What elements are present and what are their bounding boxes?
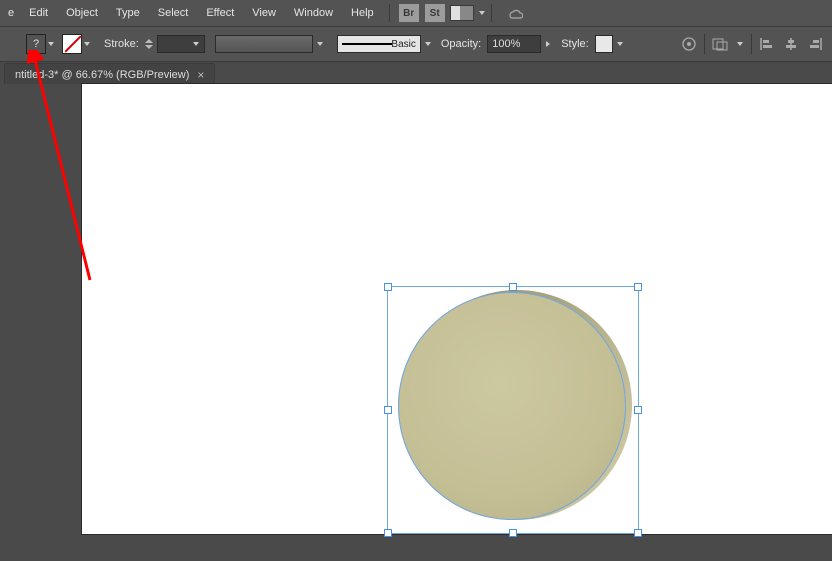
fill-swatch[interactable] (26, 34, 46, 54)
align-right-icon[interactable] (806, 35, 824, 53)
menu-object[interactable]: Object (57, 3, 107, 23)
document-tab-strip: ntitled-3* @ 66.67% (RGB/Preview) × (0, 62, 832, 86)
resize-handle-middle-left[interactable] (384, 406, 392, 414)
menu-file[interactable]: e (4, 3, 20, 23)
brush-dropdown[interactable] (423, 35, 433, 53)
style-label: Style: (561, 38, 589, 50)
chevron-down-icon[interactable] (479, 11, 485, 15)
brush-label: Basic (391, 39, 415, 50)
separator (389, 4, 390, 22)
stroke-weight-field[interactable] (157, 35, 205, 53)
align-dropdown[interactable] (735, 35, 745, 53)
arrange-documents-button[interactable] (450, 5, 474, 21)
align-left-icon[interactable] (758, 35, 776, 53)
resize-handle-top-right[interactable] (634, 283, 642, 291)
graphic-style-swatch[interactable] (595, 35, 613, 53)
opacity-flyout[interactable] (539, 39, 557, 49)
resize-handle-middle-right[interactable] (634, 406, 642, 414)
stroke-dropdown[interactable] (82, 35, 92, 53)
fill-dropdown[interactable] (46, 35, 56, 53)
opacity-label: Opacity: (441, 38, 481, 50)
resize-handle-bottom-left[interactable] (384, 529, 392, 537)
stroke-label: Stroke: (104, 38, 139, 50)
separator (491, 4, 492, 22)
recolor-artwork-icon[interactable] (680, 35, 698, 53)
menu-select[interactable]: Select (149, 3, 198, 23)
resize-handle-bottom-right[interactable] (634, 529, 642, 537)
control-right-group (680, 34, 824, 54)
control-bar: Stroke: Basic Opacity: 100% Style: (0, 27, 832, 62)
tab-title: ntitled-3* @ 66.67% (RGB/Preview) (15, 69, 189, 81)
menu-edit[interactable]: Edit (20, 3, 57, 23)
opacity-value: 100% (492, 38, 520, 50)
menu-help[interactable]: Help (342, 3, 383, 23)
fill-swatch-group (26, 34, 56, 54)
separator (704, 34, 705, 54)
profile-dropdown[interactable] (315, 35, 325, 53)
document-tab[interactable]: ntitled-3* @ 66.67% (RGB/Preview) × (4, 63, 215, 86)
gpu-performance-icon[interactable] (506, 6, 524, 20)
menu-view[interactable]: View (243, 3, 285, 23)
stock-button[interactable]: St (425, 4, 445, 22)
separator (751, 34, 752, 54)
bridge-button[interactable]: Br (399, 4, 419, 22)
resize-handle-top-left[interactable] (384, 283, 392, 291)
chevron-down-icon (191, 35, 201, 53)
stroke-swatch[interactable] (62, 34, 82, 54)
align-to-button[interactable] (711, 35, 729, 53)
menu-effect[interactable]: Effect (197, 3, 243, 23)
align-center-icon[interactable] (782, 35, 800, 53)
stroke-swatch-group (62, 34, 92, 54)
resize-handle-top-middle[interactable] (509, 283, 517, 291)
selection-bounding-box[interactable] (387, 286, 639, 534)
style-dropdown[interactable] (615, 35, 625, 53)
opacity-field[interactable]: 100% (487, 35, 541, 53)
resize-handle-bottom-middle[interactable] (509, 529, 517, 537)
menu-window[interactable]: Window (285, 3, 342, 23)
variable-width-profile[interactable] (215, 35, 313, 53)
menu-type[interactable]: Type (107, 3, 149, 23)
main-menu-bar: e Edit Object Type Select Effect View Wi… (0, 0, 832, 27)
brush-definition[interactable]: Basic (337, 35, 421, 53)
stroke-weight-spinner[interactable] (145, 39, 153, 49)
close-icon[interactable]: × (197, 68, 204, 82)
